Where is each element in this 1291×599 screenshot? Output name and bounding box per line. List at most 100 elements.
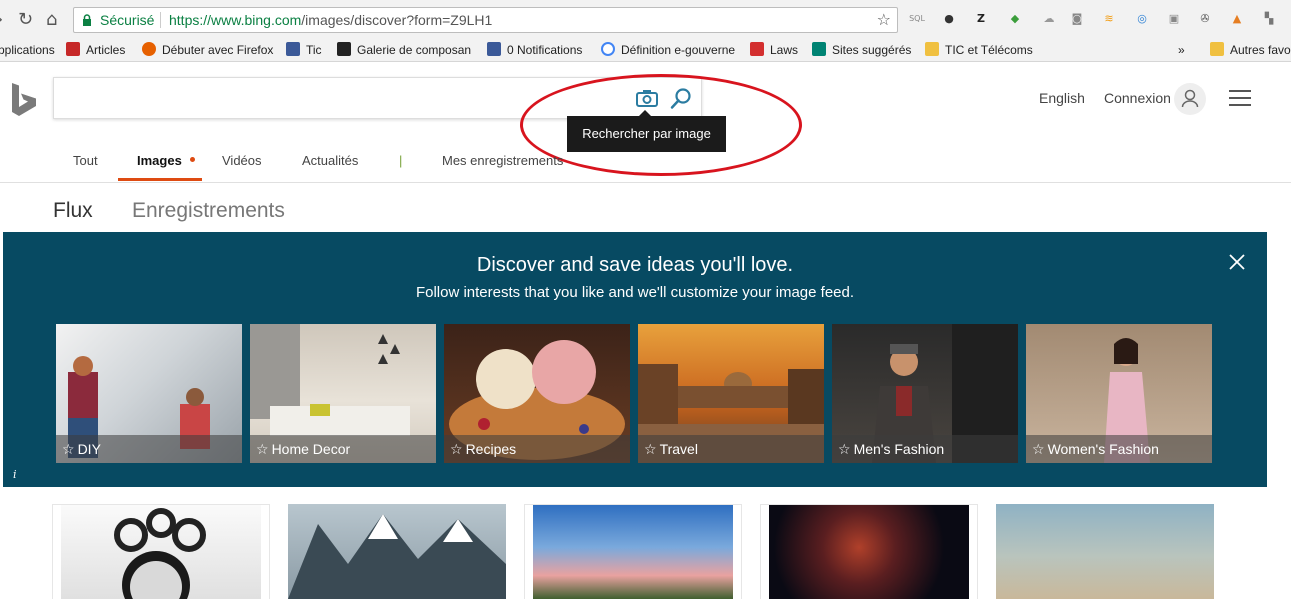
bookmark-laws[interactable]: Laws <box>750 41 798 59</box>
feed-image <box>288 504 506 599</box>
topic-label-recipes: ☆ Recipes <box>444 435 630 463</box>
tm-icon <box>66 42 80 56</box>
rss-extension-icon[interactable]: ≋ <box>1100 10 1118 28</box>
star-icon: ☆ <box>450 442 463 458</box>
language-link[interactable]: English <box>1039 90 1085 106</box>
lock-icon <box>83 14 91 26</box>
y-icon <box>337 42 351 56</box>
topic-label-mens-fashion: ☆ Men's Fashion <box>832 435 1018 463</box>
subtab-flux[interactable]: Flux <box>53 199 93 223</box>
feed-image <box>61 505 261 599</box>
bookmark-tic-telecoms[interactable]: TIC et Télécoms <box>925 41 1033 59</box>
topic-tile-travel[interactable]: ☆ Travel <box>638 324 824 463</box>
feed-card[interactable] <box>524 504 742 599</box>
bookmark-firefox[interactable]: Débuter avec Firefox <box>142 41 273 59</box>
feed-card[interactable] <box>288 504 506 599</box>
camera-icon[interactable] <box>636 88 658 108</box>
topic-tile-recipes[interactable]: ☆ Recipes <box>444 324 630 463</box>
star-icon: ☆ <box>1032 442 1045 458</box>
tab-mes-enregistrements[interactable]: Mes enregistrements <box>442 153 563 168</box>
topic-label-home-decor: ☆ Home Decor <box>250 435 436 463</box>
active-tab-underline <box>118 178 202 181</box>
star-icon: ☆ <box>838 442 851 458</box>
bookmark-sites-suggeres[interactable]: Sites suggérés <box>812 41 911 59</box>
facebook-icon <box>286 42 300 56</box>
bookmark-star-icon[interactable]: ☆ <box>877 8 891 32</box>
header-divider <box>0 182 1291 183</box>
bookmark-autres-favoris[interactable]: Autres favo <box>1210 41 1291 59</box>
bookmark-galerie[interactable]: Galerie de composan <box>337 41 471 59</box>
topic-tile-mens-fashion[interactable]: ☆ Men's Fashion <box>832 324 1018 463</box>
e-icon <box>750 42 764 56</box>
search-input[interactable] <box>64 86 624 110</box>
search-box[interactable] <box>53 77 702 119</box>
address-bar[interactable]: Sécurisé https://www.bing.com/images/dis… <box>73 7 898 33</box>
omnibox-divider <box>160 12 161 28</box>
tab-videos[interactable]: Vidéos <box>222 153 262 168</box>
new-indicator-dot <box>190 157 195 162</box>
topic-tile-womens-fashion[interactable]: ☆ Women's Fashion <box>1026 324 1212 463</box>
bookmark-apps[interactable]: pplications <box>0 41 55 59</box>
banner-title: Discover and save ideas you'll love. <box>476 254 794 276</box>
close-icon[interactable] <box>1227 252 1247 272</box>
signin-link[interactable]: Connexion <box>1104 90 1171 106</box>
reload-icon[interactable]: ↻ <box>18 9 33 30</box>
z-extension-icon[interactable]: Z <box>972 10 990 28</box>
topic-label-travel: ☆ Travel <box>638 435 824 463</box>
folder-icon <box>925 42 939 56</box>
subtab-enregistrements[interactable]: Enregistrements <box>132 199 285 223</box>
feed-image <box>769 505 969 599</box>
url-text[interactable]: https://www.bing.com/images/discover?for… <box>169 8 492 32</box>
secure-label: Sécurisé <box>100 12 155 28</box>
star-icon: ☆ <box>62 442 75 458</box>
firefox-icon <box>142 42 156 56</box>
feed-image <box>533 505 733 599</box>
avatar[interactable] <box>1174 83 1206 115</box>
user-icon <box>1181 89 1199 108</box>
bing-icon <box>812 42 826 56</box>
star-icon: ☆ <box>644 442 657 458</box>
folder-icon <box>1210 42 1224 56</box>
topic-tile-home-decor[interactable]: ☆ Home Decor <box>250 324 436 463</box>
sql-extension-icon[interactable]: SQL <box>908 10 926 28</box>
discover-banner: Discover and save ideas you'll love. Fol… <box>3 232 1267 487</box>
feed-card[interactable] <box>52 504 270 599</box>
photos-extension-icon[interactable]: ▣ <box>1165 10 1183 28</box>
bookmark-notifications[interactable]: 0 Notifications <box>487 41 582 59</box>
tab-actualites[interactable]: Actualités <box>302 153 358 168</box>
feed-image <box>996 504 1214 599</box>
puzzle-extension-icon[interactable]: ◆ <box>1006 10 1024 28</box>
search-icon[interactable] <box>669 87 693 111</box>
bookmarks-bar: pplications Articles Débuter avec Firefo… <box>0 38 1291 62</box>
topic-tile-diy[interactable]: ☆ DIY <box>56 324 242 463</box>
google-icon <box>601 42 615 56</box>
tab-tout[interactable]: Tout <box>73 153 98 168</box>
tab-images[interactable]: Images <box>137 153 182 168</box>
banner-subtitle: Follow interests that you like and we'll… <box>415 284 855 301</box>
browser-toolbar: › ↻ ⌂ Sécurisé https://www.bing.com/imag… <box>0 0 1291 38</box>
info-icon[interactable]: i <box>13 468 17 481</box>
camera-extension-icon[interactable]: ◙ <box>1068 10 1086 28</box>
cloud-extension-icon[interactable]: ☁ <box>1040 10 1058 28</box>
feed-card[interactable] <box>760 504 978 599</box>
bookmark-tic[interactable]: Tic <box>286 41 322 59</box>
facebook-icon <box>487 42 501 56</box>
bookmarks-overflow[interactable]: » <box>1178 41 1185 59</box>
topic-label-womens-fashion: ☆ Women's Fashion <box>1026 435 1212 463</box>
search-by-image-tooltip: Rechercher par image <box>567 110 726 152</box>
home-icon[interactable]: ⌂ <box>46 9 57 30</box>
compass-extension-icon[interactable]: ◎ <box>1133 10 1151 28</box>
chart-extension-icon[interactable]: ▲ <box>1228 10 1246 28</box>
tab-separator: | <box>399 153 403 168</box>
bing-logo-icon[interactable] <box>10 83 38 117</box>
bookmark-articles[interactable]: Articles <box>66 41 125 59</box>
forward-icon[interactable]: › <box>0 9 3 30</box>
topic-label-diy: ☆ DIY <box>56 435 242 463</box>
menu-icon[interactable] <box>1229 90 1251 106</box>
chat-extension-icon[interactable]: ▚ <box>1260 10 1278 28</box>
bookmark-definition[interactable]: Définition e-gouverne <box>601 41 735 59</box>
star-icon: ☆ <box>256 442 269 458</box>
owl-extension-icon[interactable]: ● <box>940 10 958 28</box>
feed-card[interactable] <box>996 504 1214 599</box>
film-extension-icon[interactable]: ✇ <box>1196 10 1214 28</box>
